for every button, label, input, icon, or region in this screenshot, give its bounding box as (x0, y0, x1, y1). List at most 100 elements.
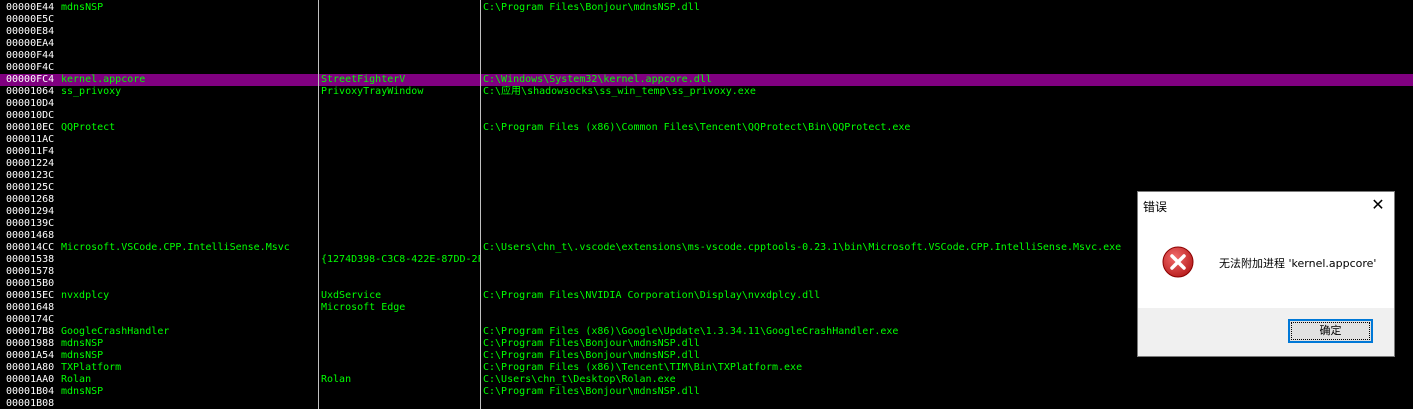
path-cell (483, 134, 1413, 146)
window-title-cell (321, 398, 481, 409)
table-row[interactable]: 00001B04 mdnsNSP C:\Program Files\Bonjour\… (0, 386, 1413, 398)
table-row[interactable]: 00000F4C (0, 62, 1413, 74)
table-row[interactable]: 000010EC QQProtect C:\Program Files (x86)\… (0, 122, 1413, 134)
path-cell (483, 62, 1413, 74)
table-row[interactable]: 00000E84 (0, 26, 1413, 38)
path-cell (483, 50, 1413, 62)
path-cell (483, 398, 1413, 409)
window-title-cell (321, 146, 481, 158)
table-row[interactable]: 000010DC (0, 110, 1413, 122)
pid-cell: 00000E84 (6, 26, 55, 37)
pid-cell: 000011AC (6, 134, 55, 145)
table-row[interactable]: 000011F4 (0, 146, 1413, 158)
pid-cell: 00001578 (6, 266, 55, 277)
pid-cell: 00001AA0 (6, 374, 55, 385)
pid-cell: 00000E5C (6, 14, 55, 25)
name-cell: mdnsNSP (61, 338, 104, 349)
table-row[interactable]: 00000E44 mdnsNSP C:\Program Files\Bonjour\… (0, 2, 1413, 14)
window-title-cell (321, 338, 481, 350)
ok-button[interactable]: 确定 (1288, 319, 1373, 343)
table-row[interactable]: 00001064 ss_privoxy PrivoxyTrayWindow C:\应用… (0, 86, 1413, 98)
name-cell (61, 146, 317, 158)
name-cell (61, 254, 317, 266)
path-cell (483, 38, 1413, 50)
path-cell (483, 170, 1413, 182)
pid-cell: 000011F4 (6, 146, 55, 157)
pid-cell: 00001988 (6, 338, 55, 349)
pid-cell: 000010D4 (6, 98, 55, 109)
name-cell (61, 50, 317, 62)
window-title-cell: {1274D398-C3C8-422E-87DD-2F (321, 254, 481, 265)
table-row[interactable]: 00000FC4 kernel.appcore StreetFighterV C:\W… (0, 74, 1413, 86)
table-row[interactable]: 00001AA0 Rolan Rolan C:\Users\chn_t\Desktop… (0, 374, 1413, 386)
column-divider-1 (318, 0, 319, 409)
name-cell: mdnsNSP (61, 2, 104, 13)
name-cell (61, 158, 317, 170)
table-row[interactable]: 0000123C (0, 170, 1413, 182)
table-row[interactable]: 00000F44 (0, 50, 1413, 62)
table-row[interactable]: 00001A80 TXPlatform C:\Program Files (x86)… (0, 362, 1413, 374)
close-icon[interactable]: ✕ (1368, 195, 1388, 215)
table-row[interactable]: 00000E5C (0, 14, 1413, 26)
name-cell (61, 110, 317, 122)
pid-cell: 00000EA4 (6, 38, 55, 49)
ok-button-focus-ring (1291, 322, 1370, 340)
pid-cell: 00000E44 (6, 2, 55, 13)
table-row[interactable]: 00001B08 (0, 398, 1413, 409)
pid-cell: 00001268 (6, 194, 55, 205)
name-cell (61, 278, 317, 290)
window-title-cell (321, 350, 481, 362)
window-title-cell (321, 26, 481, 38)
path-cell (483, 26, 1413, 38)
pid-cell: 000010EC (6, 122, 55, 133)
dialog-message: 无法附加进程 'kernel.appcore' (1219, 257, 1377, 270)
name-cell (61, 14, 317, 26)
window-title-cell (321, 122, 481, 134)
pid-cell: 00001468 (6, 230, 55, 241)
window-title-cell: Rolan (321, 374, 352, 385)
path-cell: C:\Program Files\Bonjour\mdnsNSP.dll (483, 2, 700, 13)
name-cell: GoogleCrashHandler (61, 326, 170, 337)
name-cell: Microsoft.VSCode.CPP.IntelliSense.Msvc (61, 242, 290, 253)
pid-cell: 00000F44 (6, 50, 55, 61)
pid-cell: 00001648 (6, 302, 55, 313)
window-title-cell: Microsoft Edge (321, 302, 406, 313)
window-title-cell (321, 362, 481, 374)
table-row[interactable]: 000011AC (0, 134, 1413, 146)
table-row[interactable]: 00001224 (0, 158, 1413, 170)
pid-cell: 000017B8 (6, 326, 55, 337)
path-cell: C:\Program Files\Bonjour\mdnsNSP.dll (483, 386, 700, 397)
name-cell (61, 62, 317, 74)
name-cell: mdnsNSP (61, 386, 104, 397)
window-title-cell (321, 98, 481, 110)
window-title-cell (321, 218, 481, 230)
path-cell: C:\Program Files (x86)\Common Files\Tenc… (483, 122, 911, 133)
pid-cell: 00001A54 (6, 350, 55, 361)
pid-cell: 00000FC4 (6, 74, 55, 85)
name-cell (61, 182, 317, 194)
name-cell (61, 314, 317, 326)
path-cell: C:\应用\shadowsocks\ss_win_temp\ss_privoxy… (483, 86, 756, 97)
window-title-cell (321, 182, 481, 194)
pid-cell: 00001A80 (6, 362, 55, 373)
pid-cell: 0000139C (6, 218, 55, 229)
window-title-cell (321, 278, 481, 290)
window-title-cell (321, 14, 481, 26)
error-icon (1162, 246, 1194, 278)
name-cell: TXPlatform (61, 362, 122, 373)
name-cell: kernel.appcore (61, 74, 146, 85)
error-dialog: 错误 ✕ 无法附加进程 'kernel.appcore' 确定 (1137, 191, 1395, 357)
table-row[interactable]: 000010D4 (0, 98, 1413, 110)
pid-cell: 00001294 (6, 206, 55, 217)
window-title-cell (321, 386, 481, 398)
pid-cell: 0000123C (6, 170, 55, 181)
table-row[interactable]: 00000EA4 (0, 38, 1413, 50)
path-cell: C:\Users\chn_t\Desktop\Rolan.exe (483, 374, 676, 385)
pid-cell: 00001538 (6, 254, 55, 265)
name-cell (61, 230, 317, 242)
pid-cell: 00000F4C (6, 62, 55, 73)
name-cell (61, 218, 317, 230)
name-cell (61, 170, 317, 182)
dialog-title: 错误 (1143, 200, 1168, 214)
window-title-cell (321, 38, 481, 50)
